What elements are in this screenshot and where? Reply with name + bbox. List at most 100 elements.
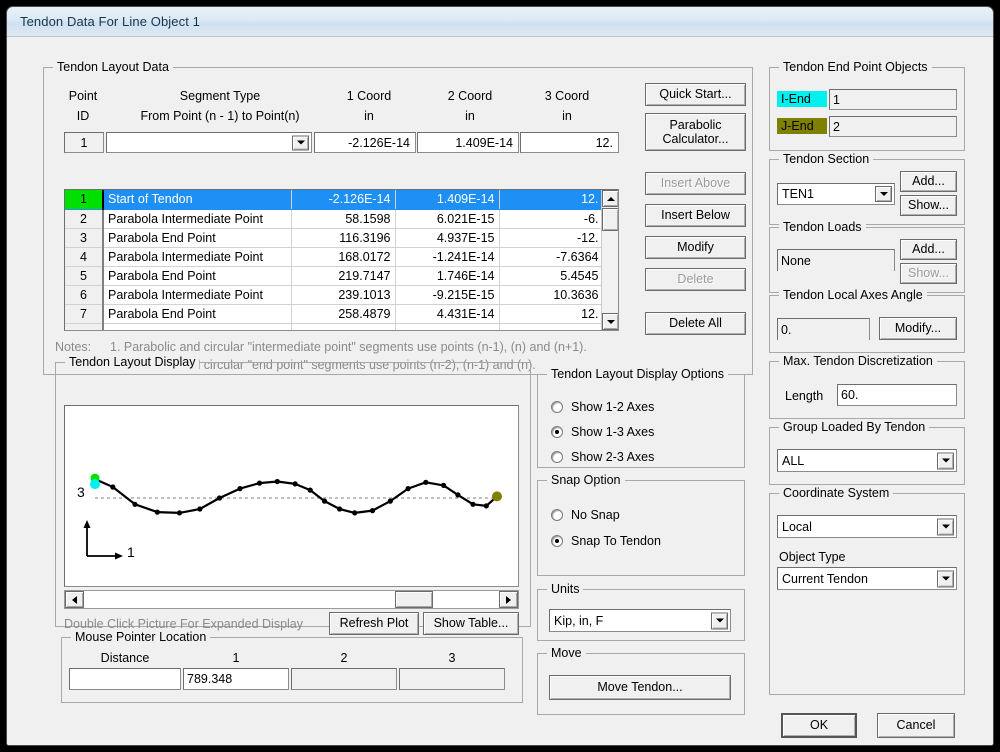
mouse-col1-value: 789.348: [183, 668, 289, 690]
tendon-points-table[interactable]: 1Start of Tendon-2.126E-141.409E-1412.2P…: [64, 189, 619, 331]
tendon-loads-show-button[interactable]: Show...: [900, 263, 957, 284]
coordinate-system-combo[interactable]: Local: [777, 515, 957, 538]
row-segment-type: Parabola Intermediate Point: [103, 285, 291, 304]
row-point-id: 5: [65, 266, 103, 285]
row-coord2: -1.241E-14: [395, 247, 499, 266]
scroll-down-icon[interactable]: [602, 313, 619, 330]
tendon-loads-add-button[interactable]: Add...: [900, 239, 957, 260]
j-end-label: J-End: [777, 118, 827, 134]
object-type-combo[interactable]: Current Tendon: [777, 567, 957, 590]
row-point-id: 2: [65, 209, 103, 228]
chevron-down-icon[interactable]: [711, 612, 728, 629]
radio-indicator[interactable]: [551, 535, 563, 547]
row-coord2: 6.021E-15: [395, 209, 499, 228]
move-title: Move: [547, 646, 586, 660]
tendon-point-marker: [337, 506, 342, 511]
row-coord1: 258.4879: [291, 304, 395, 323]
table-row[interactable]: 3Parabola End Point116.31964.937E-15-12.: [65, 228, 603, 247]
row-coord2: 1.409E-14: [395, 190, 499, 209]
mouse-distance-label: Distance: [69, 651, 181, 665]
quick-start-button[interactable]: Quick Start...: [645, 83, 746, 106]
table-row-partial[interactable]: [65, 323, 603, 331]
local-axes-modify-button[interactable]: Modify...: [879, 317, 957, 340]
radio-label: Show 2-3 Axes: [571, 450, 654, 464]
row-coord3: -7.6364: [499, 247, 603, 266]
chevron-down-icon[interactable]: [292, 135, 309, 150]
plot-horizontal-scrollbar[interactable]: [64, 590, 519, 609]
delete-all-button[interactable]: Delete All: [645, 312, 746, 335]
move-tendon-button[interactable]: Move Tendon...: [549, 675, 731, 700]
tendon-local-axes-angle-title: Tendon Local Axes Angle: [779, 288, 927, 302]
parabolic-calculator-button[interactable]: Parabolic Calculator...: [645, 113, 746, 151]
tendon-point-marker: [177, 510, 182, 515]
scroll-right-icon[interactable]: [499, 591, 518, 608]
radio-indicator[interactable]: [551, 451, 563, 463]
edit-row-coord1[interactable]: -2.126E-14: [314, 132, 416, 153]
coordinate-system-title: Coordinate System: [779, 486, 893, 500]
chevron-down-icon[interactable]: [875, 186, 892, 202]
show-table-button[interactable]: Show Table...: [423, 612, 519, 635]
plot-scrollbar-thumb[interactable]: [395, 591, 433, 608]
notes-label: Notes:: [55, 340, 91, 354]
row-coord3: 12.: [499, 190, 603, 209]
chevron-down-icon[interactable]: [937, 518, 954, 535]
radio-indicator[interactable]: [551, 426, 563, 438]
chevron-down-icon[interactable]: [937, 452, 954, 469]
j-end-marker: [492, 491, 502, 501]
table-vertical-scrollbar[interactable]: [601, 190, 618, 330]
row-coord1: 219.7147: [291, 266, 395, 285]
table-row[interactable]: 2Parabola Intermediate Point58.15986.021…: [65, 209, 603, 228]
coordinate-system-value: Local: [782, 520, 812, 534]
tendon-point-marker: [132, 502, 137, 507]
ok-button[interactable]: OK: [781, 713, 857, 738]
cancel-button[interactable]: Cancel: [877, 713, 955, 738]
scroll-left-icon[interactable]: [65, 591, 84, 608]
delete-button[interactable]: Delete: [645, 268, 746, 291]
i-end-value: 1: [829, 89, 957, 110]
row-segment-type: Start of Tendon: [103, 190, 291, 209]
units-combo[interactable]: Kip, in, F: [549, 609, 731, 632]
row-coord1: 116.3196: [291, 228, 395, 247]
i-end-label: I-End: [777, 91, 827, 107]
max-tendon-discretization-title: Max. Tendon Discretization: [779, 354, 937, 368]
table-row[interactable]: 1Start of Tendon-2.126E-141.409E-1412.: [65, 190, 603, 209]
scroll-up-icon[interactable]: [602, 190, 619, 207]
row-coord2: 4.937E-15: [395, 228, 499, 247]
radio-show-2-3-axes[interactable]: Show 2-3 Axes: [551, 450, 654, 464]
group-loaded-combo[interactable]: ALL: [777, 449, 957, 472]
j-end-value: 2: [829, 116, 957, 137]
row-coord3: 5.4545: [499, 266, 603, 285]
row-point-id: 1: [65, 190, 103, 209]
tendon-section-add-button[interactable]: Add...: [900, 171, 957, 192]
scrollbar-thumb[interactable]: [602, 208, 619, 231]
row-coord3: -6.: [499, 209, 603, 228]
mouse-pointer-location-title: Mouse Pointer Location: [71, 630, 210, 644]
table-row[interactable]: 4Parabola Intermediate Point168.0172-1.2…: [65, 247, 603, 266]
insert-above-button[interactable]: Insert Above: [645, 172, 746, 195]
header-coord2-unit: in: [418, 109, 522, 123]
edit-row-coord3[interactable]: 12.: [520, 132, 619, 153]
table-row[interactable]: 7Parabola End Point258.48794.431E-1412.: [65, 304, 603, 323]
header-coord3-unit: in: [515, 109, 619, 123]
radio-indicator[interactable]: [551, 401, 563, 413]
row-coord1: 239.1013: [291, 285, 395, 304]
radio-label: Snap To Tendon: [571, 534, 661, 548]
radio-show-1-2-axes[interactable]: Show 1-2 Axes: [551, 400, 654, 414]
edit-row-coord2[interactable]: 1.409E-14: [417, 132, 519, 153]
insert-below-button[interactable]: Insert Below: [645, 204, 746, 227]
tendon-section-show-button[interactable]: Show...: [900, 195, 957, 216]
radio-no-snap[interactable]: No Snap: [551, 508, 620, 522]
edit-row-segment-type-combo[interactable]: [106, 132, 312, 153]
discretization-length-input[interactable]: 60.: [837, 384, 957, 406]
table-row[interactable]: 5Parabola End Point219.71471.746E-145.45…: [65, 266, 603, 285]
modify-button[interactable]: Modify: [645, 236, 746, 259]
radio-show-1-3-axes[interactable]: Show 1-3 Axes: [551, 425, 654, 439]
radio-snap-to-tendon[interactable]: Snap To Tendon: [551, 534, 661, 548]
row-segment-type: Parabola Intermediate Point: [103, 209, 291, 228]
radio-indicator[interactable]: [551, 509, 563, 521]
refresh-plot-button[interactable]: Refresh Plot: [329, 612, 419, 635]
tendon-section-combo[interactable]: TEN1: [777, 183, 895, 205]
table-row[interactable]: 6Parabola Intermediate Point239.1013-9.2…: [65, 285, 603, 304]
tendon-profile-plot[interactable]: 3 1: [64, 405, 519, 587]
chevron-down-icon[interactable]: [937, 570, 954, 587]
